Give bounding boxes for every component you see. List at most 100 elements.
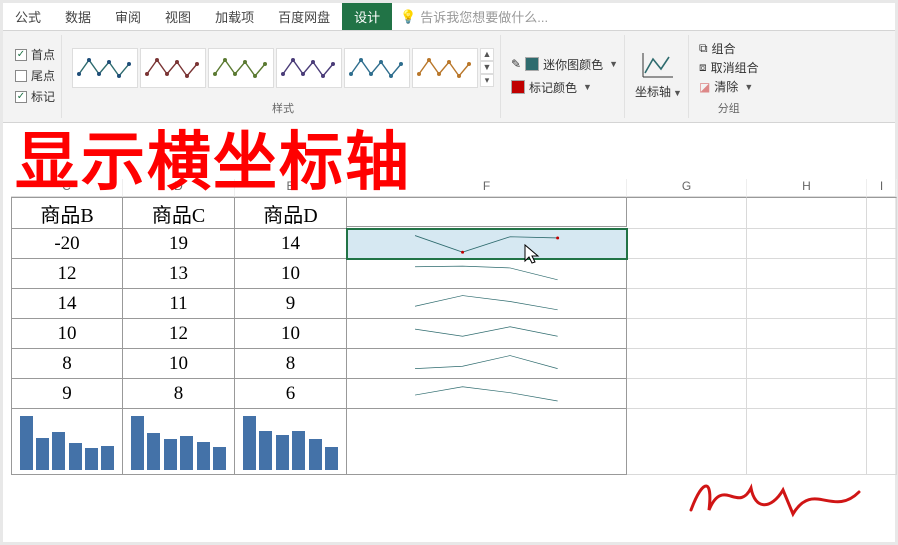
cell[interactable]: 13 (123, 259, 235, 289)
style-thumb-1[interactable] (72, 48, 138, 88)
cell[interactable] (627, 229, 747, 259)
style-thumb-6[interactable] (412, 48, 478, 88)
bar-sparkline[interactable] (11, 409, 123, 475)
cell[interactable] (747, 349, 867, 379)
cell[interactable] (747, 229, 867, 259)
cell[interactable] (627, 409, 747, 475)
group-styles: ▲▼▾ 样式 (66, 35, 501, 118)
cell[interactable]: 8 (235, 349, 347, 379)
sparkline-color-label: 迷你图颜色 (543, 56, 603, 73)
col-G[interactable]: G (627, 179, 747, 197)
cell[interactable]: 12 (123, 319, 235, 349)
tab-design[interactable]: 设计 (342, 3, 392, 30)
style-gallery[interactable]: ▲▼▾ (72, 48, 494, 88)
cell[interactable] (747, 289, 867, 319)
cell-selected[interactable] (347, 229, 627, 259)
cell[interactable]: 9 (11, 379, 123, 409)
bar-sparkline[interactable] (123, 409, 235, 475)
cell[interactable] (347, 319, 627, 349)
cell[interactable]: 6 (235, 379, 347, 409)
cell[interactable]: 9 (235, 289, 347, 319)
cell[interactable] (627, 197, 747, 229)
cell[interactable] (627, 349, 747, 379)
sparkline-color-btn[interactable]: ✎迷你图颜色▼ (511, 56, 618, 73)
col-I[interactable]: I (867, 179, 897, 197)
group-button-label: 组合 (712, 40, 736, 57)
cell[interactable]: 10 (235, 259, 347, 289)
col-H[interactable]: H (747, 179, 867, 197)
cell[interactable] (867, 229, 897, 259)
group-button[interactable]: ⧉ 组合 (699, 40, 759, 57)
cell[interactable] (347, 349, 627, 379)
cell[interactable]: 11 (123, 289, 235, 319)
chk-first[interactable]: ✓首点 (15, 46, 55, 63)
tell-me[interactable]: 💡 告诉我您想要做什么... (400, 7, 548, 26)
cell[interactable] (627, 259, 747, 289)
style-thumb-3[interactable] (208, 48, 274, 88)
ungroup-button[interactable]: ⧈取消组合 (699, 59, 759, 76)
chk-first-label: 首点 (31, 46, 55, 63)
cell[interactable] (867, 409, 897, 475)
line-sparkline-icon (358, 292, 615, 316)
cell[interactable] (347, 379, 627, 409)
axis-button[interactable]: 坐标轴▼ (635, 51, 682, 100)
line-sparkline-icon (358, 352, 615, 376)
group-colors: ✎迷你图颜色▼ 标记颜色▼ (505, 35, 625, 118)
cell[interactable]: 8 (11, 349, 123, 379)
marker-color-btn[interactable]: 标记颜色▼ (511, 79, 592, 96)
data-grid: 商品B 商品C 商品D -20 19 14 12 13 10 (11, 197, 887, 475)
eraser-icon: ◪ (699, 80, 710, 94)
cell[interactable]: 10 (11, 319, 123, 349)
style-thumb-2[interactable] (140, 48, 206, 88)
cell[interactable] (347, 289, 627, 319)
cell[interactable] (867, 319, 897, 349)
cell[interactable] (347, 259, 627, 289)
cell[interactable] (867, 289, 897, 319)
tab-review[interactable]: 审阅 (103, 3, 153, 30)
chk-last[interactable]: 尾点 (15, 67, 55, 84)
cell[interactable] (627, 319, 747, 349)
cell[interactable] (747, 197, 867, 229)
line-sparkline-icon (358, 232, 615, 256)
cell[interactable]: 8 (123, 379, 235, 409)
tab-data[interactable]: 数据 (53, 3, 103, 30)
cell[interactable] (747, 409, 867, 475)
cell[interactable]: 19 (123, 229, 235, 259)
ungroup-button-label: 取消组合 (711, 59, 759, 76)
tab-addin[interactable]: 加载项 (203, 3, 266, 30)
axis-label: 坐标轴 (635, 85, 671, 99)
cell[interactable]: -20 (11, 229, 123, 259)
cell[interactable] (867, 379, 897, 409)
style-thumb-4[interactable] (276, 48, 342, 88)
cell[interactable] (747, 259, 867, 289)
group-icon: ⧉ (699, 41, 708, 56)
cell[interactable]: 10 (123, 349, 235, 379)
bar-sparkline[interactable] (235, 409, 347, 475)
cell[interactable]: 12 (11, 259, 123, 289)
tab-fx[interactable]: 公式 (3, 3, 53, 30)
tab-baidu[interactable]: 百度网盘 (266, 3, 342, 30)
cell[interactable] (627, 289, 747, 319)
signature (683, 470, 873, 524)
cell[interactable]: 14 (11, 289, 123, 319)
cell[interactable] (627, 379, 747, 409)
cell[interactable]: 10 (235, 319, 347, 349)
cell[interactable] (867, 259, 897, 289)
line-sparkline-icon (358, 262, 615, 286)
cell[interactable] (747, 379, 867, 409)
cell[interactable]: 14 (235, 229, 347, 259)
chk-marker-label: 标记 (31, 88, 55, 105)
pen-icon: ✎ (511, 57, 521, 71)
clear-button[interactable]: ◪清除▼ (699, 78, 759, 95)
ribbon-content: ✓首点 尾点 ✓标记 ▲▼▾ 样式 ✎迷你图颜色▼ 标记颜色▼ (3, 31, 895, 123)
cell[interactable] (747, 319, 867, 349)
style-thumb-5[interactable] (344, 48, 410, 88)
gallery-more[interactable]: ▲▼▾ (480, 48, 494, 88)
cell[interactable] (867, 197, 897, 229)
cell[interactable] (867, 349, 897, 379)
marker-color-label: 标记颜色 (529, 79, 577, 96)
group-grouping-label: 分组 (718, 100, 740, 118)
tab-view[interactable]: 视图 (153, 3, 203, 30)
cell[interactable] (347, 409, 627, 475)
chk-marker[interactable]: ✓标记 (15, 88, 55, 105)
